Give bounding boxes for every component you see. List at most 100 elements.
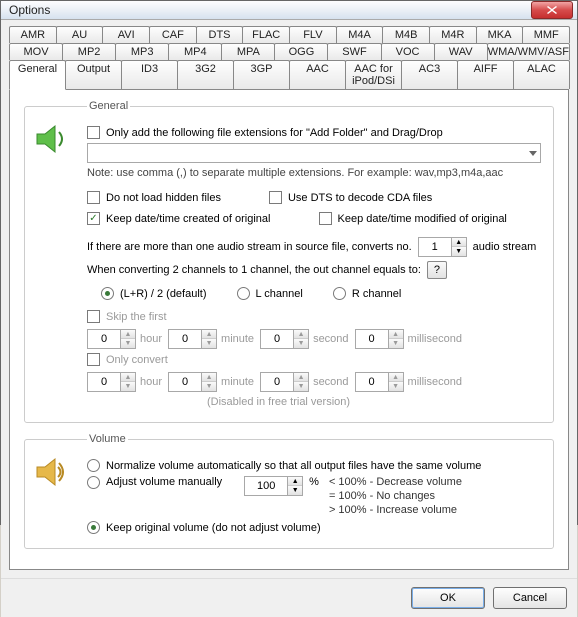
skip-spinner-minute[interactable]: ▲▼ bbox=[168, 329, 217, 349]
tab-aac-for-ipod-dsi[interactable]: AAC for iPod/DSi bbox=[345, 60, 402, 89]
ok-button[interactable]: OK bbox=[411, 587, 485, 609]
conv-input-millisecond[interactable] bbox=[355, 372, 389, 392]
help-button[interactable]: ? bbox=[427, 261, 447, 279]
tabstrip: AMRAUAVICAFDTSFLACFLVM4AM4BM4RMKAMMF MOV… bbox=[9, 26, 569, 89]
chevron-down-icon[interactable]: ▼ bbox=[202, 382, 216, 391]
checkbox-only-add-ext[interactable] bbox=[87, 126, 100, 139]
conv-spinner-hour[interactable]: ▲▼ bbox=[87, 372, 136, 392]
conv-spinner-second[interactable]: ▲▼ bbox=[260, 372, 309, 392]
skip-input-minute[interactable] bbox=[168, 329, 202, 349]
tab-au[interactable]: AU bbox=[56, 26, 104, 43]
chevron-down-icon[interactable]: ▼ bbox=[294, 339, 308, 348]
spinner-audio-stream[interactable]: ▲▼ bbox=[418, 237, 467, 257]
tab-avi[interactable]: AVI bbox=[102, 26, 150, 43]
chevron-down-icon[interactable]: ▼ bbox=[389, 382, 403, 391]
label-channel-l: L channel bbox=[256, 288, 303, 300]
tab-ac3[interactable]: AC3 bbox=[401, 60, 458, 89]
tab-dts[interactable]: DTS bbox=[196, 26, 244, 43]
input-volume-percent[interactable] bbox=[244, 476, 288, 496]
close-button[interactable] bbox=[531, 1, 573, 19]
tab-general[interactable]: General bbox=[9, 60, 66, 90]
chevron-down-icon[interactable]: ▼ bbox=[202, 339, 216, 348]
checkbox-skip-first[interactable] bbox=[87, 310, 100, 323]
tab-wma-wmv-asf[interactable]: WMA/WMV/ASF bbox=[487, 43, 570, 60]
skip-input-second[interactable] bbox=[260, 329, 294, 349]
chevron-down-icon[interactable]: ▼ bbox=[121, 382, 135, 391]
chevron-down-icon[interactable]: ▼ bbox=[121, 339, 135, 348]
tab-alac[interactable]: ALAC bbox=[513, 60, 570, 89]
input-audio-stream[interactable] bbox=[418, 237, 452, 257]
combo-extensions[interactable] bbox=[87, 143, 541, 163]
radio-channel-r[interactable] bbox=[333, 287, 346, 300]
tab-m4r[interactable]: M4R bbox=[429, 26, 477, 43]
checkbox-only-convert[interactable] bbox=[87, 353, 100, 366]
radio-keep-original[interactable] bbox=[87, 521, 100, 534]
skip-input-millisecond[interactable] bbox=[355, 329, 389, 349]
radio-channel-l[interactable] bbox=[237, 287, 250, 300]
chevron-down-icon[interactable]: ▼ bbox=[288, 486, 302, 495]
tab-flv[interactable]: FLV bbox=[289, 26, 337, 43]
chevron-up-icon[interactable]: ▲ bbox=[294, 373, 308, 382]
tab-swf[interactable]: SWF bbox=[327, 43, 381, 60]
tab-voc[interactable]: VOC bbox=[381, 43, 435, 60]
tab-mp3[interactable]: MP3 bbox=[115, 43, 169, 60]
conv-spinner-minute[interactable]: ▲▼ bbox=[168, 372, 217, 392]
skip-input-hour[interactable] bbox=[87, 329, 121, 349]
chevron-down-icon[interactable]: ▼ bbox=[294, 382, 308, 391]
tab-aiff[interactable]: AIFF bbox=[457, 60, 514, 89]
chevron-up-icon[interactable]: ▲ bbox=[294, 330, 308, 339]
radio-adjust-manual[interactable] bbox=[87, 476, 100, 489]
conv-spinner-millisecond[interactable]: ▲▼ bbox=[355, 372, 404, 392]
hint-increase: > 100% - Increase volume bbox=[329, 504, 462, 518]
checkbox-keep-modified[interactable] bbox=[319, 212, 332, 225]
chevron-up-icon[interactable]: ▲ bbox=[389, 373, 403, 382]
tab-mka[interactable]: MKA bbox=[476, 26, 524, 43]
checkbox-use-dts[interactable] bbox=[269, 191, 282, 204]
conv-input-second[interactable] bbox=[260, 372, 294, 392]
tab-mpa[interactable]: MPA bbox=[221, 43, 275, 60]
chevron-down-icon[interactable]: ▼ bbox=[389, 339, 403, 348]
conv-label-hour: hour bbox=[140, 376, 162, 388]
tab-caf[interactable]: CAF bbox=[149, 26, 197, 43]
chevron-up-icon[interactable]: ▲ bbox=[202, 330, 216, 339]
checkbox-hidden-files[interactable] bbox=[87, 191, 100, 204]
chevron-up-icon[interactable]: ▲ bbox=[452, 238, 466, 247]
label-adjust-manual: Adjust volume manually bbox=[106, 476, 222, 488]
tab-output[interactable]: Output bbox=[65, 60, 122, 89]
chevron-down-icon[interactable]: ▼ bbox=[452, 247, 466, 256]
label-skip-first: Skip the first bbox=[106, 311, 167, 323]
skip-spinner-second[interactable]: ▲▼ bbox=[260, 329, 309, 349]
chevron-up-icon[interactable]: ▲ bbox=[202, 373, 216, 382]
tab-wav[interactable]: WAV bbox=[434, 43, 488, 60]
tab-mov[interactable]: MOV bbox=[9, 43, 63, 60]
hint-decrease: < 100% - Decrease volume bbox=[329, 476, 462, 490]
tab-mp2[interactable]: MP2 bbox=[62, 43, 116, 60]
tab-mp4[interactable]: MP4 bbox=[168, 43, 222, 60]
spinner-volume-percent[interactable]: ▲▼ bbox=[244, 476, 303, 496]
conv-input-hour[interactable] bbox=[87, 372, 121, 392]
tab-flac[interactable]: FLAC bbox=[242, 26, 290, 43]
skip-spinner-millisecond[interactable]: ▲▼ bbox=[355, 329, 404, 349]
radio-channel-lr[interactable] bbox=[101, 287, 114, 300]
chevron-up-icon[interactable]: ▲ bbox=[121, 373, 135, 382]
tab-ogg[interactable]: OGG bbox=[274, 43, 328, 60]
skip-spinner-hour[interactable]: ▲▼ bbox=[87, 329, 136, 349]
tab-aac[interactable]: AAC bbox=[289, 60, 346, 89]
conv-input-minute[interactable] bbox=[168, 372, 202, 392]
tab-amr[interactable]: AMR bbox=[9, 26, 57, 43]
tab-3gp[interactable]: 3GP bbox=[233, 60, 290, 89]
tab-3g2[interactable]: 3G2 bbox=[177, 60, 234, 89]
tab-mmf[interactable]: MMF bbox=[522, 26, 570, 43]
chevron-up-icon[interactable]: ▲ bbox=[288, 477, 302, 486]
checkbox-keep-created[interactable] bbox=[87, 212, 100, 225]
chevron-up-icon[interactable]: ▲ bbox=[121, 330, 135, 339]
chevron-up-icon[interactable]: ▲ bbox=[389, 330, 403, 339]
tab-id3[interactable]: ID3 bbox=[121, 60, 178, 89]
radio-normalize[interactable] bbox=[87, 459, 100, 472]
tab-m4b[interactable]: M4B bbox=[382, 26, 430, 43]
tab-m4a[interactable]: M4A bbox=[336, 26, 384, 43]
cancel-button[interactable]: Cancel bbox=[493, 587, 567, 609]
label-channel-r: R channel bbox=[352, 288, 402, 300]
button-bar: OK Cancel bbox=[1, 578, 577, 617]
volume-hints: < 100% - Decrease volume = 100% - No cha… bbox=[329, 476, 462, 517]
